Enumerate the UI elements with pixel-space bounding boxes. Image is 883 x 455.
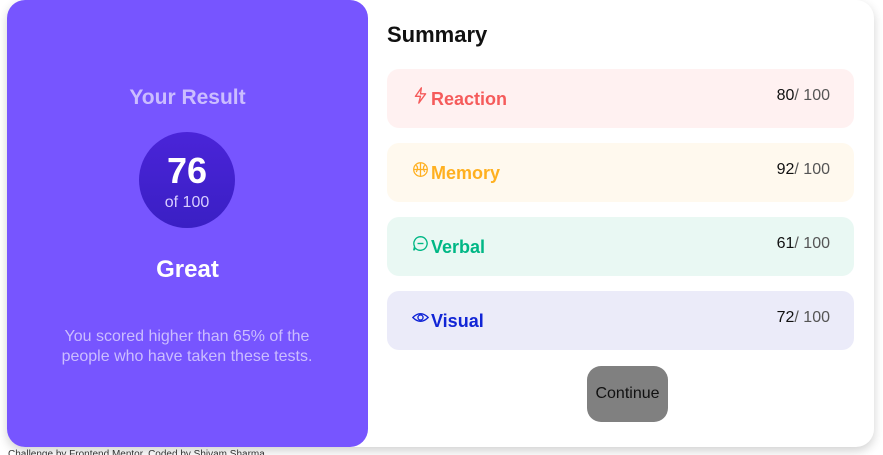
summary-score: 80/ 100 — [776, 87, 830, 104]
summary-label: Memory — [431, 163, 501, 183]
brain-icon — [413, 162, 428, 177]
summary-score: 92/ 100 — [776, 161, 830, 178]
summary-title: Summary — [387, 22, 488, 47]
summary-row-verbal: Verbal 61/ 100 — [387, 217, 854, 276]
result-panel: Your Result 76 of 100 Great You scored h… — [7, 0, 368, 447]
eye-icon — [412, 313, 429, 322]
score-circle: 76 of 100 — [139, 132, 235, 228]
footer-attribution: Challenge by Frontend Mentor. Coded by S… — [8, 449, 268, 455]
score-value: 76 — [166, 150, 208, 191]
continue-button[interactable]: Continue — [587, 366, 668, 422]
score-of: of 100 — [164, 194, 210, 211]
summary-label: Reaction — [431, 89, 508, 109]
result-message: You scored higher than 65% of the people… — [61, 328, 313, 365]
result-title: Your Result — [129, 86, 246, 109]
chat-icon — [413, 236, 428, 251]
summary-score: 72/ 100 — [776, 309, 830, 326]
summary-row-memory: Memory 92/ 100 — [387, 143, 854, 202]
summary-score: 61/ 100 — [776, 235, 830, 252]
summary-row-visual: Visual 72/ 100 — [387, 291, 854, 350]
summary-row-reaction: Reaction 80/ 100 — [387, 69, 854, 128]
lightning-icon — [414, 87, 427, 104]
summary-label: Verbal — [431, 237, 486, 257]
summary-label: Visual — [431, 311, 484, 331]
rating-label: Great — [156, 256, 219, 283]
